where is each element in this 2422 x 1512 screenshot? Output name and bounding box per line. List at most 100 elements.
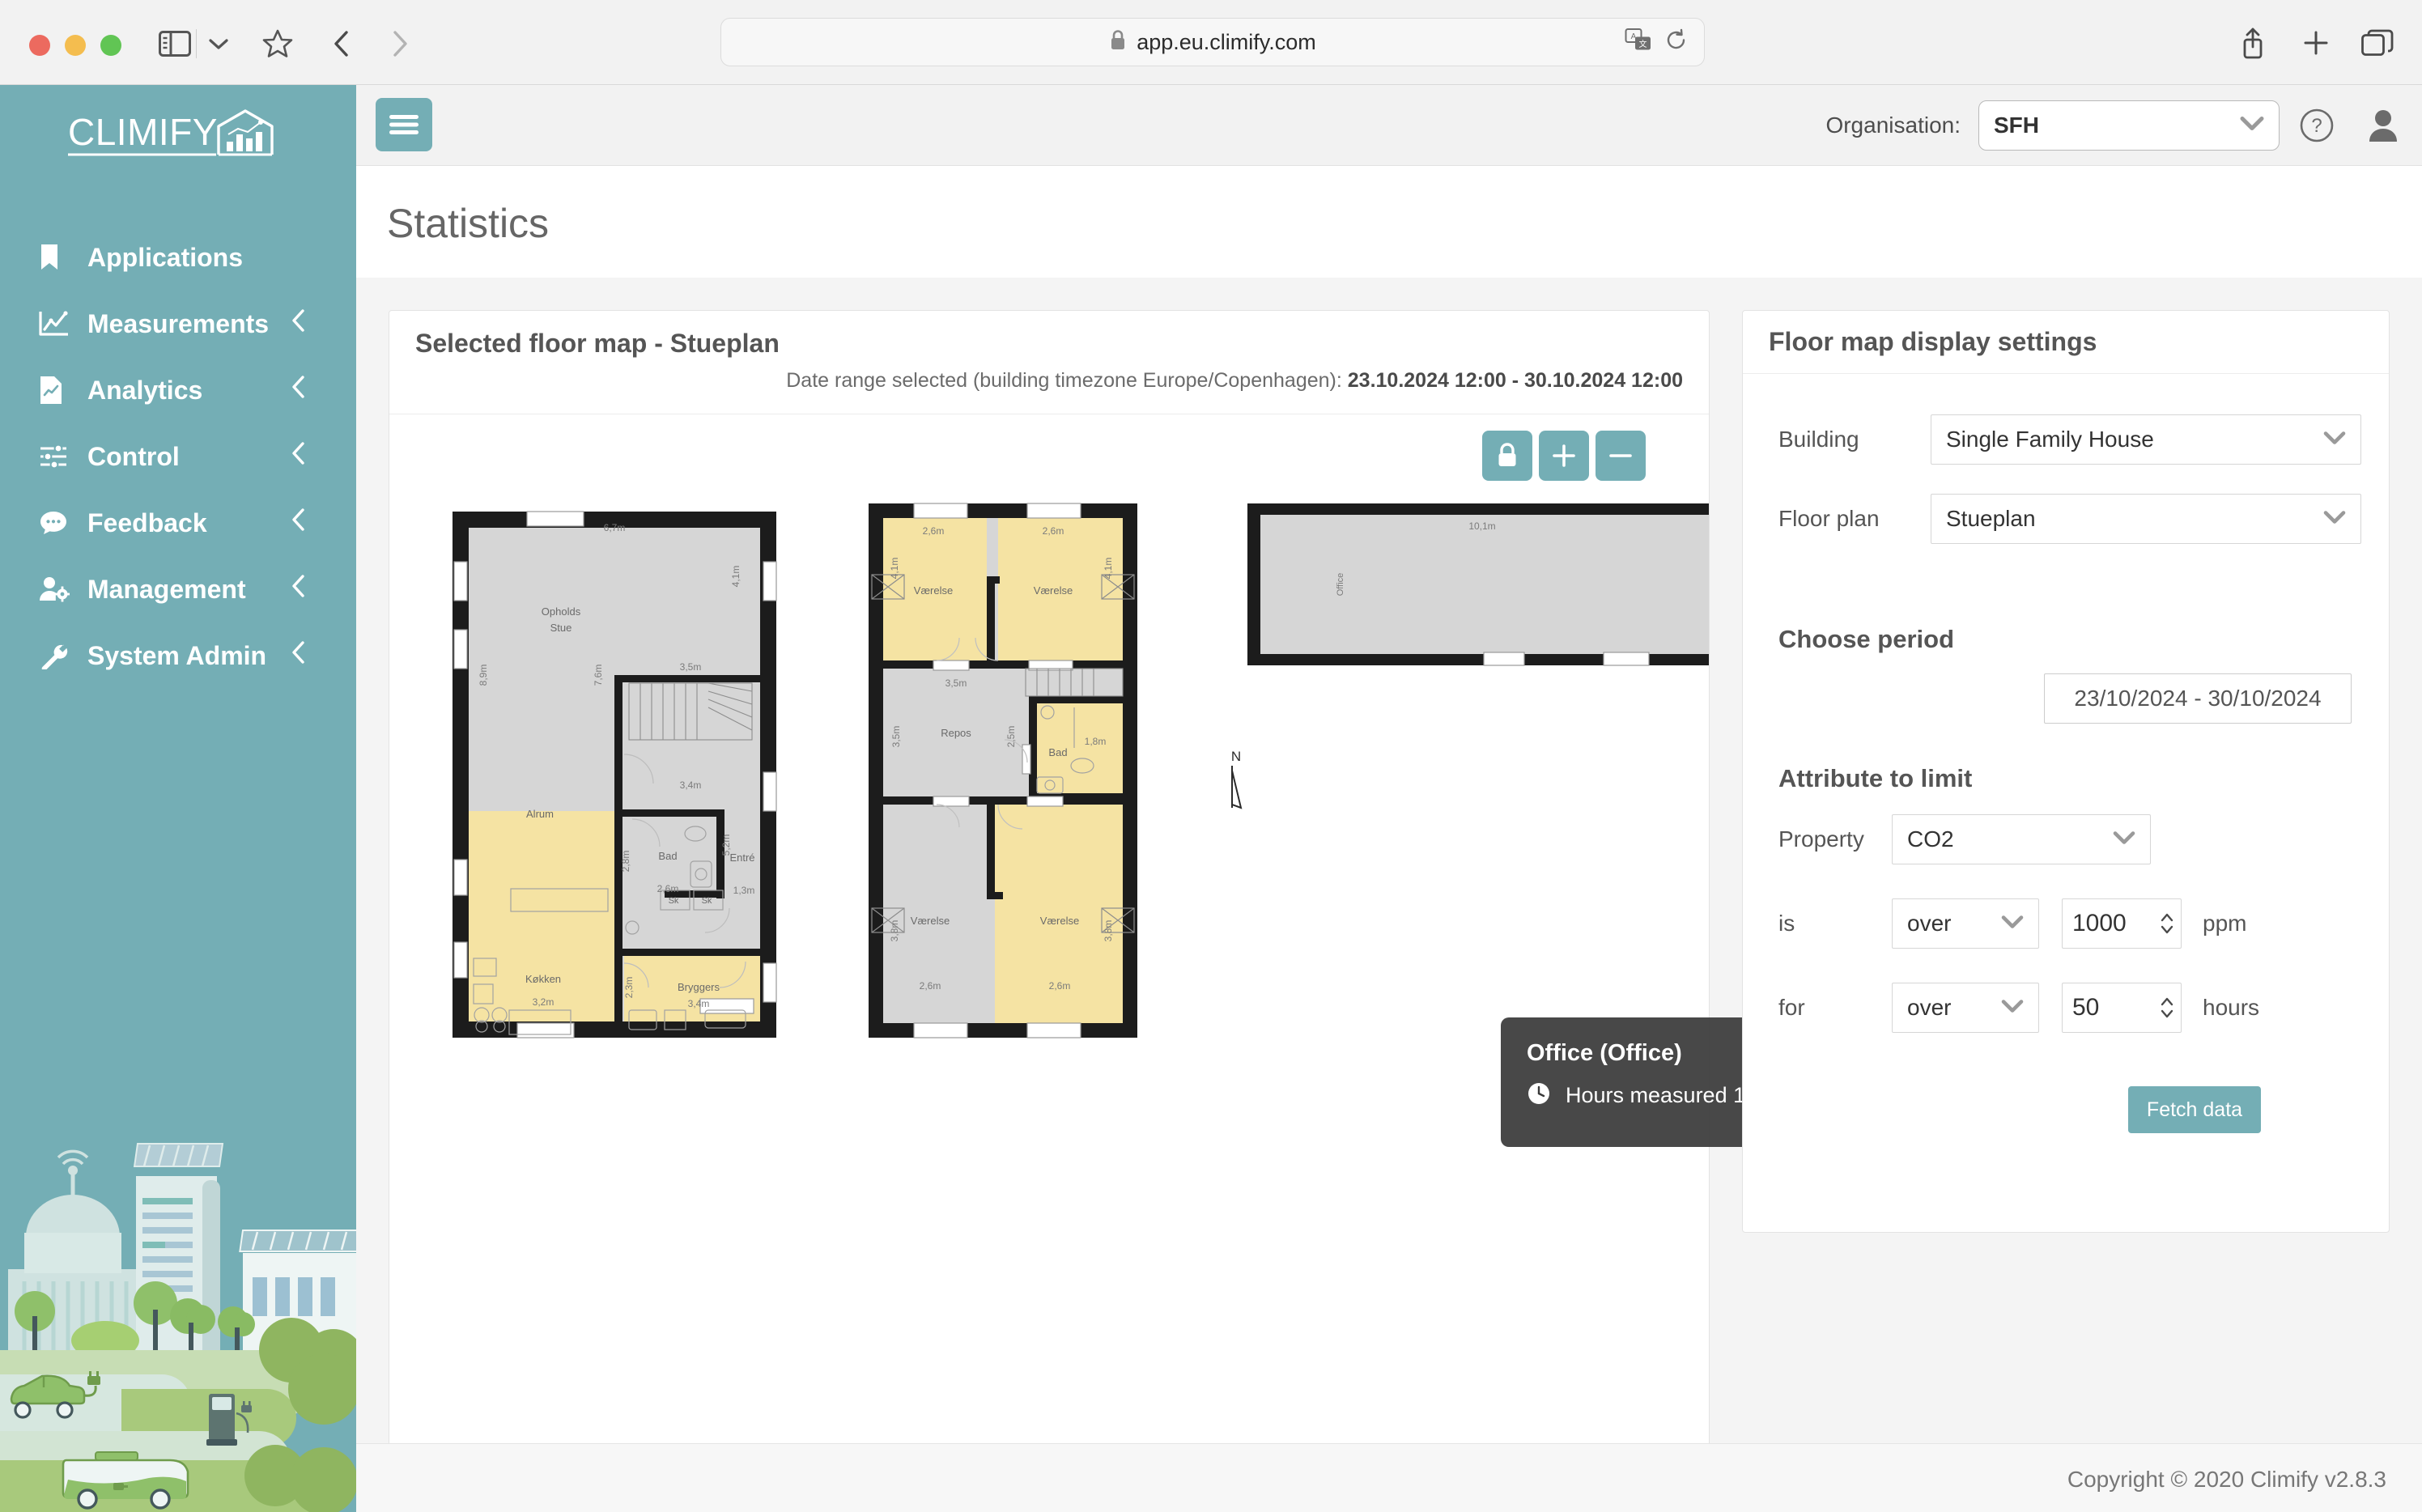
floor-plan-right: 10,1m Office [1247, 503, 1723, 666]
sidebar-item-management[interactable]: Management [0, 556, 356, 622]
chevron-left-icon[interactable] [291, 508, 306, 538]
close-window-button[interactable] [29, 35, 50, 56]
dimension-label: 4,1m [889, 558, 900, 580]
organisation-selector-area: Organisation: SFH ? [1825, 85, 2403, 166]
settings-card-title: Floor map display settings [1769, 327, 2097, 356]
dimension-label: 4,1m [730, 566, 741, 588]
sidebar-item-measurements[interactable]: Measurements [0, 291, 356, 357]
sidebar-item-applications[interactable]: Applications [0, 224, 356, 291]
dimension-label: 3,5m [680, 661, 702, 673]
sliders-icon [39, 444, 76, 469]
user-gear-icon [39, 575, 76, 603]
sidebar-item-label: Applications [87, 242, 244, 272]
room-label: Stue [550, 622, 572, 634]
chevron-left-icon[interactable] [291, 574, 306, 605]
property-select[interactable]: CO2 [1892, 814, 2151, 864]
chevron-down-icon [2113, 830, 2135, 849]
building-value: Single Family House [1946, 427, 2154, 452]
user-icon[interactable] [2364, 106, 2403, 145]
is-condition-row: is over 1000 ppm [1778, 898, 2246, 949]
organisation-label: Organisation: [1825, 113, 1961, 138]
maximize-window-button[interactable] [100, 35, 121, 56]
zoom-in-button[interactable] [1539, 431, 1589, 481]
number-stepper[interactable] [2160, 911, 2174, 937]
organisation-select[interactable]: SFH [1978, 100, 2280, 151]
address-bar-text: app.eu.climify.com [1137, 29, 1316, 54]
hamburger-icon[interactable] [376, 98, 432, 151]
room-label: Værelse [914, 584, 953, 597]
chevron-left-icon[interactable] [291, 640, 306, 671]
lock-button[interactable] [1482, 431, 1532, 481]
content-area: Selected floor map - Stueplan Date range… [356, 278, 2422, 1484]
date-range-value: 23.10.2024 12:00 - 30.10.2024 12:00 [1347, 369, 1683, 392]
sidebar-item-label: Analytics [87, 375, 203, 405]
tab-overview-icon[interactable] [2357, 23, 2398, 63]
for-duration-input[interactable]: 50 [2062, 983, 2182, 1033]
floorplan-label: Floor plan [1778, 506, 1880, 531]
chevron-left-icon[interactable] [291, 308, 306, 339]
dimension-label: 2,5m [1005, 726, 1017, 748]
chevron-left-icon[interactable] [291, 375, 306, 406]
copyright-text: Copyright © 2020 Climify v2.8.3 [2067, 1467, 2386, 1492]
settings-card-header: Floor map display settings [1743, 311, 2389, 374]
for-comparator-select[interactable]: over [1892, 983, 2039, 1033]
for-duration-value: 50 [2072, 994, 2100, 1021]
sidebar-item-label: Feedback [87, 508, 207, 537]
sidebar-toggle-icon[interactable] [154, 24, 196, 63]
zoom-out-button[interactable] [1596, 431, 1646, 481]
building-select[interactable]: Single Family House [1931, 414, 2361, 465]
is-comparator-select[interactable]: over [1892, 898, 2039, 949]
dimension-label: 3,4m [680, 779, 702, 791]
minimize-window-button[interactable] [65, 35, 86, 56]
dimension-label: 1,8m [1085, 736, 1107, 747]
chrome-divider [196, 29, 197, 58]
dimension-label: 3,2m [533, 996, 555, 1008]
app-footer: Copyright © 2020 Climify v2.8.3 [356, 1443, 2422, 1512]
period-date-range-input[interactable]: 23/10/2024 - 30/10/2024 [2044, 673, 2352, 724]
attribute-to-limit-heading: Attribute to limit [1778, 764, 1973, 792]
question-circle-icon[interactable]: ? [2297, 106, 2336, 145]
sidebar-item-label: Measurements [87, 308, 270, 338]
sidebar-item-feedback[interactable]: Feedback [0, 490, 356, 556]
dimension-label: 2,6m [1049, 980, 1071, 992]
floor-map-body: Opholds Stue Alrum Køkken Bad Entré Bryg… [389, 414, 1892, 1147]
is-threshold-input[interactable]: 1000 [2062, 898, 2182, 949]
lock-icon [1109, 29, 1127, 55]
sidebar-item-control[interactable]: Control [0, 423, 356, 490]
floor-plan-canvas[interactable]: Opholds Stue Alrum Køkken Bad Entré Bryg… [389, 487, 1723, 1086]
sidebar-item-label: Control [87, 441, 180, 471]
wrench-icon [39, 642, 76, 669]
address-bar[interactable]: app.eu.climify.com A文 [720, 18, 1705, 66]
chevron-down-icon [2001, 999, 2024, 1017]
svg-text:?: ? [2311, 115, 2322, 137]
chevron-left-icon[interactable] [291, 441, 306, 472]
room-label: Sk [669, 896, 679, 906]
reload-icon[interactable] [1665, 28, 1688, 57]
translate-icon[interactable]: A文 [1625, 28, 1652, 57]
fetch-data-button[interactable]: Fetch data [2128, 1086, 2261, 1133]
share-icon[interactable] [2234, 23, 2271, 63]
floor-plan-middle: Værelse Værelse Repos Bad Værelse Værels… [869, 503, 1137, 1038]
clock-icon [1527, 1081, 1551, 1110]
is-threshold-value: 1000 [2072, 910, 2127, 937]
room-label: Værelse [1040, 915, 1079, 927]
room-label: Bryggers [678, 981, 720, 993]
number-stepper[interactable] [2160, 995, 2174, 1021]
nav-back-icon[interactable] [324, 24, 359, 63]
sidebar-item-analytics[interactable]: Analytics [0, 357, 356, 423]
dimension-label: 1,3m [733, 885, 755, 896]
nav-forward-icon[interactable] [382, 24, 418, 63]
chevron-down-icon[interactable] [202, 24, 235, 63]
bookmark-star-icon[interactable] [257, 24, 298, 63]
dimension-label: 3,8m [889, 920, 900, 942]
floorplan-field-row: Floor plan Stueplan [1778, 494, 2361, 544]
room-label: Værelse [1034, 584, 1073, 597]
plus-icon[interactable] [2297, 23, 2335, 63]
floorplan-select[interactable]: Stueplan [1931, 494, 2361, 544]
sidebar-item-system-admin[interactable]: System Admin [0, 622, 356, 689]
room-label: Alrum [526, 808, 554, 820]
dimension-label: 2,8m [620, 851, 631, 873]
is-label: is [1778, 911, 1795, 936]
dimension-label: 7,6m [593, 665, 604, 686]
climify-logo[interactable]: CLIMIFY [68, 108, 278, 173]
